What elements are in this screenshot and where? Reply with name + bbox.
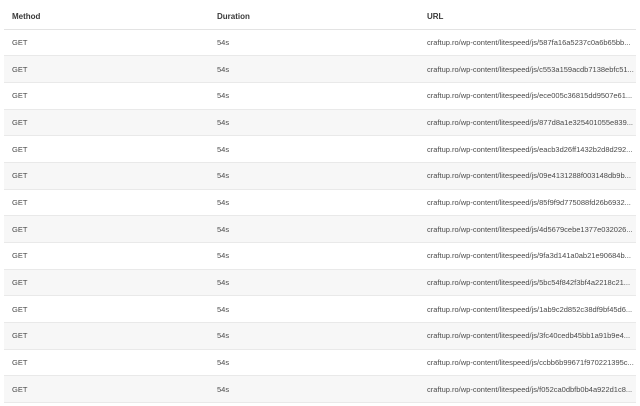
cell-url[interactable]: craftup.ro/wp-content/litespeed/js/587fa… (419, 29, 636, 56)
cell-duration: 54s (217, 358, 230, 368)
cell-duration: 54s (217, 197, 230, 207)
cell-method: GET (12, 278, 28, 288)
table-row[interactable]: GET 54s craftup.ro/wp-content/litespeed/… (4, 375, 636, 403)
table-row[interactable]: GET 54s craftup.ro/wp-content/litespeed/… (4, 322, 636, 350)
column-header-duration[interactable]: Duration (209, 4, 419, 30)
table-row[interactable]: GET 54s craftup.ro/wp-content/litespeed/… (4, 243, 636, 270)
cell-url[interactable]: craftup.ro/wp-content/litespeed/js/5bc54… (419, 269, 636, 296)
network-requests-table: Method Duration URL GET 54s craftup.ro/w… (4, 4, 636, 403)
cell-url[interactable]: craftup.ro/wp-content/litespeed/js/09e41… (419, 162, 636, 189)
cell-duration: 54s (217, 331, 230, 341)
cell-duration: 54s (217, 278, 230, 288)
cell-method: GET (12, 251, 28, 261)
cell-duration: 54s (217, 37, 230, 47)
cell-url[interactable]: craftup.ro/wp-content/litespeed/js/877d8… (419, 109, 636, 136)
table-row[interactable]: GET 54s craftup.ro/wp-content/litespeed/… (4, 296, 636, 323)
cell-method: GET (12, 171, 28, 181)
column-header-method[interactable]: Method (4, 4, 209, 30)
cell-method: GET (12, 64, 28, 74)
cell-url[interactable]: craftup.ro/wp-content/litespeed/js/9fa3d… (419, 243, 636, 270)
cell-url[interactable]: craftup.ro/wp-content/litespeed/js/c553a… (419, 56, 636, 83)
cell-url[interactable]: craftup.ro/wp-content/litespeed/js/1ab9c… (419, 296, 636, 323)
cell-method: GET (12, 144, 28, 154)
header-row: Method Duration URL (4, 4, 636, 30)
table-header: Method Duration URL (4, 4, 636, 30)
table-row[interactable]: GET 54s craftup.ro/wp-content/litespeed/… (4, 109, 636, 136)
table-row[interactable]: GET 54s craftup.ro/wp-content/litespeed/… (4, 136, 636, 163)
cell-method: GET (12, 304, 28, 314)
cell-duration: 54s (217, 251, 230, 261)
cell-url[interactable]: craftup.ro/wp-content/litespeed/js/eacb3… (419, 136, 636, 163)
cell-url[interactable]: craftup.ro/wp-content/litespeed/js/3fc40… (419, 323, 636, 350)
cell-duration: 54s (217, 64, 230, 74)
table-row[interactable]: GET 54s craftup.ro/wp-content/litespeed/… (4, 29, 636, 56)
cell-method: GET (12, 197, 28, 207)
cell-duration: 54s (217, 224, 230, 234)
table-row[interactable]: GET 54s craftup.ro/wp-content/litespeed/… (4, 162, 636, 190)
cell-url[interactable]: craftup.ro/wp-content/litespeed/js/85f9f… (419, 189, 636, 216)
table-row[interactable]: GET 54s craftup.ro/wp-content/litespeed/… (4, 55, 636, 83)
cell-url[interactable]: craftup.ro/wp-content/litespeed/js/f052c… (419, 376, 636, 403)
table-row[interactable]: GET 54s craftup.ro/wp-content/litespeed/… (4, 215, 636, 243)
table-row[interactable]: GET 54s craftup.ro/wp-content/litespeed/… (4, 349, 636, 376)
cell-method: GET (12, 384, 28, 394)
cell-url[interactable]: craftup.ro/wp-content/litespeed/js/ccbb6… (419, 349, 636, 376)
cell-duration: 54s (217, 91, 230, 101)
cell-method: GET (12, 37, 28, 47)
table-row[interactable]: GET 54s craftup.ro/wp-content/litespeed/… (4, 269, 636, 296)
cell-method: GET (12, 224, 28, 234)
table-row[interactable]: GET 54s craftup.ro/wp-content/litespeed/… (4, 82, 636, 110)
cell-duration: 54s (217, 384, 230, 394)
cell-duration: 54s (217, 171, 230, 181)
table-body: GET 54s craftup.ro/wp-content/litespeed/… (4, 29, 636, 403)
cell-method: GET (12, 358, 28, 368)
cell-method: GET (12, 331, 28, 341)
cell-duration: 54s (217, 304, 230, 314)
cell-method: GET (12, 91, 28, 101)
cell-duration: 54s (217, 117, 230, 127)
table-row[interactable]: GET 54s craftup.ro/wp-content/litespeed/… (4, 189, 636, 216)
cell-url[interactable]: craftup.ro/wp-content/litespeed/js/4d567… (419, 216, 636, 243)
network-requests-table-container: Method Duration URL GET 54s craftup.ro/w… (4, 4, 636, 403)
cell-method: GET (12, 117, 28, 127)
cell-url[interactable]: craftup.ro/wp-content/litespeed/js/ece00… (419, 82, 636, 109)
cell-duration: 54s (217, 144, 230, 154)
column-header-url[interactable]: URL (419, 4, 636, 30)
